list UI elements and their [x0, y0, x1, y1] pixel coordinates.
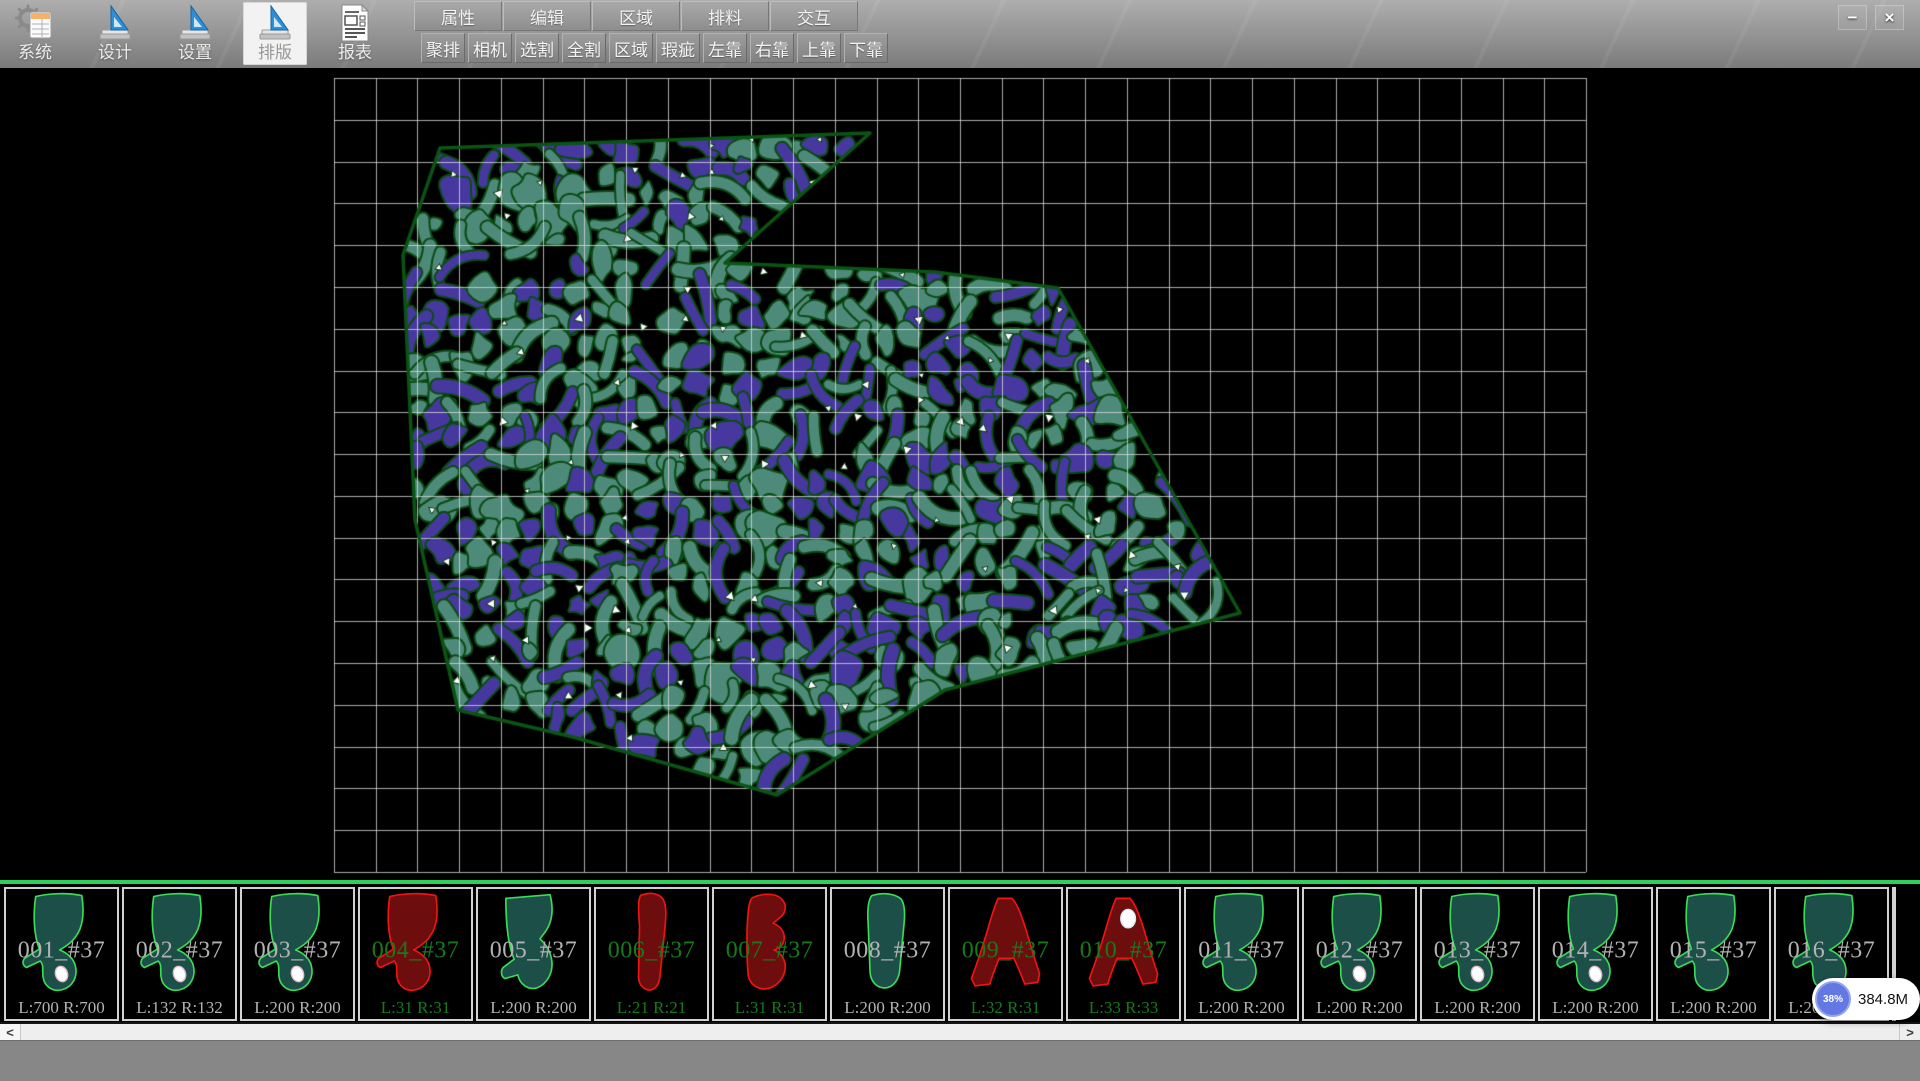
piece-name: 0 [1894, 937, 1896, 964]
piece-thumbnail-10[interactable]: 010_#37 L:33 R:33 [1066, 887, 1181, 1021]
toolbar-button-label: 设计 [98, 43, 132, 62]
memory-amount-label: 384.8M [1858, 991, 1908, 1008]
window-controls: − × [1838, 5, 1904, 30]
tool-button-bar: 聚排相机选割全割区域瑕疵左靠右靠上靠下靠 [421, 33, 888, 63]
piece-thumbnail-1[interactable]: 001_#37 L:700 R:700 [4, 887, 119, 1021]
piece-thumbnail-15[interactable]: 015_#37 L:200 R:200 [1656, 887, 1771, 1021]
memory-badge[interactable]: 38% 384.8M [1812, 978, 1920, 1020]
tool-button-cut-all[interactable]: 全割 [562, 33, 606, 63]
piece-name: 003_#37 [242, 937, 353, 964]
piece-name: 008_#37 [832, 937, 943, 964]
piece-name: 002_#37 [124, 937, 235, 964]
menu-tab-edit[interactable]: 编辑 [503, 1, 591, 31]
scroll-right-arrow[interactable]: > [1899, 1024, 1920, 1040]
minimize-button[interactable]: − [1838, 5, 1867, 30]
status-bar [0, 1040, 1920, 1081]
toolbar-button-report[interactable]: 报表 [323, 2, 387, 65]
piece-thumbnail-14[interactable]: 014_#37 L:200 R:200 [1538, 887, 1653, 1021]
memory-percent-circle: 38% [1815, 981, 1851, 1017]
tool-button-align-bottom[interactable]: 下靠 [844, 33, 888, 63]
piece-thumbnail-strip: 001_#37L:700 R:700002_#37L:132 R:132003_… [0, 880, 1920, 1024]
piece-lr-count: L:200 R:200 [832, 998, 943, 1018]
tool-button-camera[interactable]: 相机 [468, 33, 512, 63]
piece-thumbnail-list: 001_#37L:700 R:700002_#37L:132 R:132003_… [4, 887, 1896, 1021]
tool-button-align-left[interactable]: 左靠 [703, 33, 747, 63]
piece-name: 010_#37 [1068, 937, 1179, 964]
toolbar-button-label: 系统 [18, 43, 52, 62]
piece-thumbnail-12[interactable]: 012_#37 L:200 R:200 [1302, 887, 1417, 1021]
piece-name: 009_#37 [950, 937, 1061, 964]
toolbar-button-settings[interactable]: 设置 [163, 2, 227, 65]
menu-tab-attributes[interactable]: 属性 [414, 1, 502, 31]
tool-button-select-cut[interactable]: 选割 [515, 33, 559, 63]
toolbar-button-label: 设置 [178, 43, 212, 62]
menu-tab-region[interactable]: 区域 [592, 1, 680, 31]
toolbar-button-label: 报表 [338, 43, 372, 62]
horizontal-scrollbar[interactable]: < > [0, 1022, 1920, 1040]
toolbar-button-layout[interactable]: 排版 [243, 2, 307, 65]
piece-name: 012_#37 [1304, 937, 1415, 964]
piece-name: 007_#37 [714, 937, 825, 964]
piece-lr-count: L:21 R:21 [596, 998, 707, 1018]
piece-name: 013_#37 [1422, 937, 1533, 964]
scroll-left-arrow[interactable]: < [0, 1024, 21, 1040]
piece-name: 011_#37 [1186, 937, 1297, 964]
piece-thumbnail-13[interactable]: 013_#37 L:200 R:200 [1420, 887, 1535, 1021]
piece-name: 001_#37 [6, 937, 117, 964]
report-icon [335, 3, 375, 43]
piece-lr-count: L:200 R:200 [1186, 998, 1297, 1018]
gear-doc-icon [15, 3, 55, 43]
piece-thumbnail-4[interactable]: 004_#37 L:31 R:31 [358, 887, 473, 1021]
toolbar-button-label: 排版 [258, 43, 292, 62]
piece-lr-count: L:200 R:200 [1304, 998, 1415, 1018]
tool-button-region[interactable]: 区域 [609, 33, 653, 63]
piece-name: 014_#37 [1540, 937, 1651, 964]
piece-lr-count: L:31 R:31 [360, 998, 471, 1018]
piece-thumbnail-8[interactable]: 008_#37 L:200 R:200 [830, 887, 945, 1021]
piece-lr-count: L:132 R:132 [124, 998, 235, 1018]
tool-button-align-right[interactable]: 右靠 [750, 33, 794, 63]
menu-tab-bar: 属性编辑区域排料交互 [414, 1, 859, 32]
strip-highlight-line [0, 880, 1920, 884]
piece-name: 006_#37 [596, 937, 707, 964]
ruler-icon [255, 3, 295, 43]
piece-name: 016_#37 [1776, 937, 1887, 964]
tool-button-defect[interactable]: 瑕疵 [656, 33, 700, 63]
tool-button-align-top[interactable]: 上靠 [797, 33, 841, 63]
menu-tab-nesting[interactable]: 排料 [681, 1, 769, 31]
piece-lr-count: L:33 R:33 [1068, 998, 1179, 1018]
piece-lr-count: L:700 R:700 [6, 998, 117, 1018]
piece-lr-count: L:200 R:200 [1658, 998, 1769, 1018]
piece-lr-count: L:32 R:31 [950, 998, 1061, 1018]
piece-lr-count: L:200 R:200 [242, 998, 353, 1018]
ruler-icon [95, 3, 135, 43]
piece-name: 005_#37 [478, 937, 589, 964]
main-toolbar: 系统 设计 设置 排版 报表 属性编辑区域排料交互 聚排相机选割全割区域瑕疵左靠… [0, 0, 1920, 69]
piece-thumbnail-2[interactable]: 002_#37 L:132 R:132 [122, 887, 237, 1021]
nesting-canvas[interactable] [0, 68, 1920, 880]
piece-lr-count: L:200 R:200 [1422, 998, 1533, 1018]
piece-thumbnail-6[interactable]: 006_#37 L:21 R:21 [594, 887, 709, 1021]
piece-name: 004_#37 [360, 937, 471, 964]
ruler-icon [175, 3, 215, 43]
piece-lr-count: L:200 R:200 [478, 998, 589, 1018]
piece-thumbnail-9[interactable]: 009_#37 L:32 R:31 [948, 887, 1063, 1021]
piece-thumbnail-11[interactable]: 011_#37 L:200 R:200 [1184, 887, 1299, 1021]
piece-lr-count: L:200 R:200 [1540, 998, 1651, 1018]
menu-tab-interaction[interactable]: 交互 [770, 1, 858, 31]
piece-name: 015_#37 [1658, 937, 1769, 964]
toolbar-button-design[interactable]: 设计 [83, 2, 147, 65]
piece-thumbnail-5[interactable]: 005_#37 L:200 R:200 [476, 887, 591, 1021]
piece-thumbnail-7[interactable]: 007_#37 L:31 R:31 [712, 887, 827, 1021]
piece-thumbnail-3[interactable]: 003_#37 L:200 R:200 [240, 887, 355, 1021]
toolbar-button-system[interactable]: 系统 [3, 2, 67, 65]
close-button[interactable]: × [1875, 5, 1904, 30]
tool-button-cluster-nest[interactable]: 聚排 [421, 33, 465, 63]
piece-lr-count: L:31 R:31 [714, 998, 825, 1018]
